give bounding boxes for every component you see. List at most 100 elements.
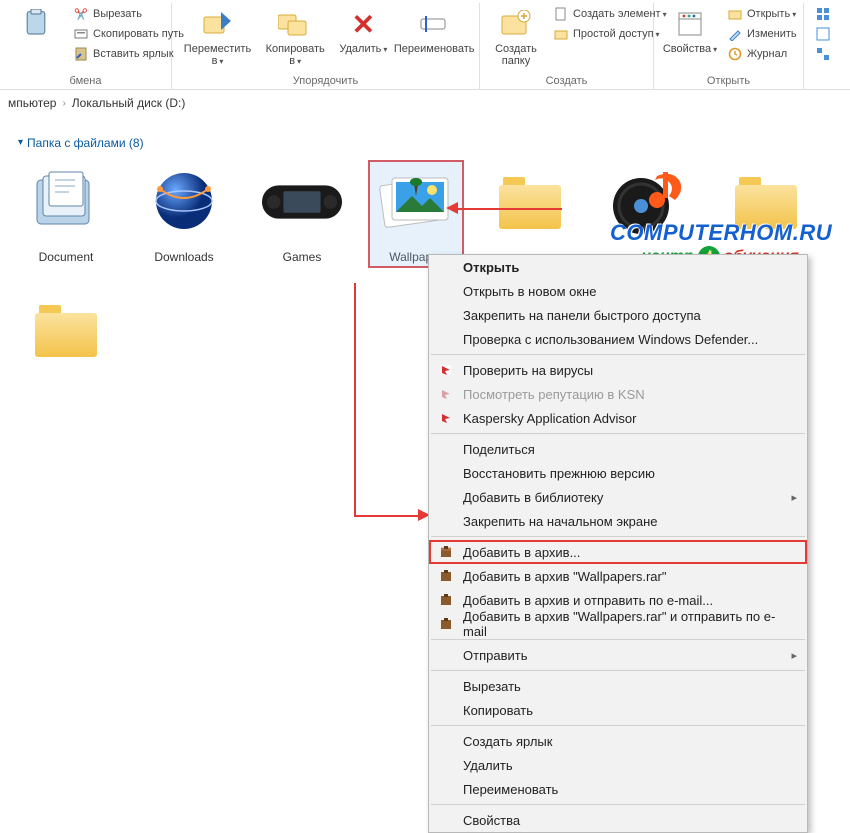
kaspersky-icon bbox=[435, 411, 457, 425]
move-to-icon bbox=[201, 7, 235, 41]
annotation-arrowhead bbox=[446, 202, 458, 214]
ctx-send-to[interactable]: Отправить▸ bbox=[429, 643, 807, 667]
easy-access-icon bbox=[553, 26, 569, 42]
winrar-icon bbox=[435, 593, 457, 607]
select-none-button[interactable] bbox=[812, 25, 834, 43]
invert-selection-button[interactable] bbox=[812, 45, 834, 63]
copy-to-button[interactable]: Копировать в bbox=[261, 5, 329, 70]
select-none-icon bbox=[815, 26, 831, 42]
winrar-icon bbox=[435, 545, 457, 559]
ctx-pin-start[interactable]: Закрепить на начальном экране bbox=[429, 509, 807, 533]
copy-path-label: Скопировать путь bbox=[93, 28, 184, 40]
delete-icon: ✕ bbox=[346, 7, 380, 41]
breadcrumb[interactable]: мпьютер › Локальный диск (D:) bbox=[0, 90, 850, 116]
kaspersky-icon bbox=[435, 363, 457, 377]
new-item-button[interactable]: Создать элемент bbox=[550, 5, 670, 23]
winrar-icon bbox=[435, 569, 457, 583]
ctx-rar-add-archive[interactable]: Добавить в архив... bbox=[429, 540, 807, 564]
scissors-icon: ✂️ bbox=[73, 6, 89, 22]
history-button[interactable]: Журнал bbox=[724, 45, 800, 63]
delete-button[interactable]: ✕ Удалить bbox=[335, 5, 391, 58]
ctx-kaspersky-advisor[interactable]: Kaspersky Application Advisor bbox=[429, 406, 807, 430]
open-button[interactable]: Открыть bbox=[724, 5, 800, 23]
breadcrumb-segment[interactable]: Локальный диск (D:) bbox=[72, 96, 186, 110]
cut-button[interactable]: ✂️ Вырезать bbox=[70, 5, 187, 23]
select-all-icon bbox=[815, 6, 831, 22]
ctx-rar-add-named[interactable]: Добавить в архив "Wallpapers.rar" bbox=[429, 564, 807, 588]
clipboard-group-label: бмена bbox=[0, 75, 171, 87]
file-label: Games bbox=[283, 250, 322, 264]
ribbon-group-select bbox=[804, 3, 848, 89]
move-to-label: Переместить в bbox=[184, 43, 251, 68]
edit-icon bbox=[727, 26, 743, 42]
breadcrumb-segment[interactable]: мпьютер bbox=[8, 96, 56, 110]
kaspersky-icon bbox=[435, 387, 457, 401]
ribbon-group-open: Свойства Открыть Изменить bbox=[654, 3, 804, 89]
ctx-share[interactable]: Поделиться bbox=[429, 437, 807, 461]
file-item-folder[interactable] bbox=[718, 164, 814, 264]
group-header[interactable]: ▾ Папка с файлами (8) bbox=[18, 136, 144, 150]
folder-icon bbox=[488, 164, 572, 242]
rename-icon bbox=[417, 7, 451, 41]
easy-access-button[interactable]: Простой доступ bbox=[550, 25, 670, 43]
ctx-rename[interactable]: Переименовать bbox=[429, 777, 807, 801]
annotation-arrow bbox=[354, 283, 356, 515]
file-item-games[interactable]: Games bbox=[254, 164, 350, 264]
music-disc-icon bbox=[606, 164, 690, 242]
move-to-button[interactable]: Переместить в bbox=[180, 5, 255, 70]
file-item-folder[interactable] bbox=[482, 164, 578, 264]
rename-button[interactable]: Переименовать bbox=[397, 5, 471, 57]
ctx-cut[interactable]: Вырезать bbox=[429, 674, 807, 698]
file-label: Downloads bbox=[154, 250, 213, 264]
ctx-kaspersky-scan[interactable]: Проверить на вирусы bbox=[429, 358, 807, 382]
ctx-open-new-window[interactable]: Открыть в новом окне bbox=[429, 279, 807, 303]
new-item-icon bbox=[553, 6, 569, 22]
copy-to-icon bbox=[278, 7, 312, 41]
invert-selection-icon bbox=[815, 46, 831, 62]
new-folder-icon bbox=[499, 7, 533, 41]
file-item-downloads[interactable]: Downloads bbox=[136, 164, 232, 264]
chevron-down-icon: ▾ bbox=[18, 137, 23, 148]
ctx-restore-version[interactable]: Восстановить прежнюю версию bbox=[429, 461, 807, 485]
cut-label: Вырезать bbox=[93, 8, 142, 20]
ctx-add-library[interactable]: Добавить в библиотеку▸ bbox=[429, 485, 807, 509]
file-item-document[interactable]: Document bbox=[18, 164, 114, 264]
ribbon-group-organize: Переместить в Копировать в ✕ Удалить Пер… bbox=[172, 3, 480, 89]
open-icon bbox=[727, 6, 743, 22]
ctx-windows-defender[interactable]: Проверка с использованием Windows Defend… bbox=[429, 327, 807, 351]
create-group-label: Создать bbox=[480, 75, 653, 87]
properties-button[interactable]: Свойства bbox=[662, 5, 718, 58]
ctx-kaspersky-ksn[interactable]: Посмотреть репутацию в KSN bbox=[429, 382, 807, 406]
organize-group-label: Упорядочить bbox=[172, 75, 479, 87]
new-folder-button[interactable]: Создать папку bbox=[488, 5, 544, 69]
history-label: Журнал bbox=[747, 48, 787, 60]
copy-path-button[interactable]: Скопировать путь bbox=[70, 25, 187, 43]
ctx-rar-named-email[interactable]: Добавить в архив "Wallpapers.rar" и отпр… bbox=[429, 612, 807, 636]
delete-label: Удалить bbox=[339, 43, 387, 56]
ctx-open[interactable]: Открыть bbox=[429, 255, 807, 279]
paste-shortcut-icon bbox=[73, 46, 89, 62]
chevron-right-icon: › bbox=[62, 98, 65, 109]
ctx-copy[interactable]: Копировать bbox=[429, 698, 807, 722]
file-item-folder[interactable] bbox=[18, 292, 114, 378]
paste-shortcut-button[interactable]: Вставить ярлык bbox=[70, 45, 187, 63]
context-menu: Открыть Открыть в новом окне Закрепить н… bbox=[428, 254, 808, 833]
rename-label: Переименовать bbox=[394, 43, 475, 55]
properties-label: Свойства bbox=[663, 43, 717, 56]
pin-button[interactable] bbox=[8, 5, 64, 45]
copy-to-label: Копировать в bbox=[265, 43, 325, 68]
open-group-label: Открыть bbox=[654, 75, 803, 87]
select-all-button[interactable] bbox=[812, 5, 834, 23]
file-item-music[interactable] bbox=[600, 164, 696, 264]
properties-icon bbox=[673, 7, 707, 41]
paste-shortcut-label: Вставить ярлык bbox=[93, 48, 174, 60]
edit-button[interactable]: Изменить bbox=[724, 25, 800, 43]
ctx-create-shortcut[interactable]: Создать ярлык bbox=[429, 729, 807, 753]
ctx-delete[interactable]: Удалить bbox=[429, 753, 807, 777]
ctx-pin-quick-access[interactable]: Закрепить на панели быстрого доступа bbox=[429, 303, 807, 327]
new-item-label: Создать элемент bbox=[573, 8, 667, 20]
edit-label: Изменить bbox=[747, 28, 797, 40]
copy-path-icon bbox=[73, 26, 89, 42]
group-title: Папка с файлами (8) bbox=[27, 136, 144, 150]
document-icon bbox=[24, 164, 108, 242]
